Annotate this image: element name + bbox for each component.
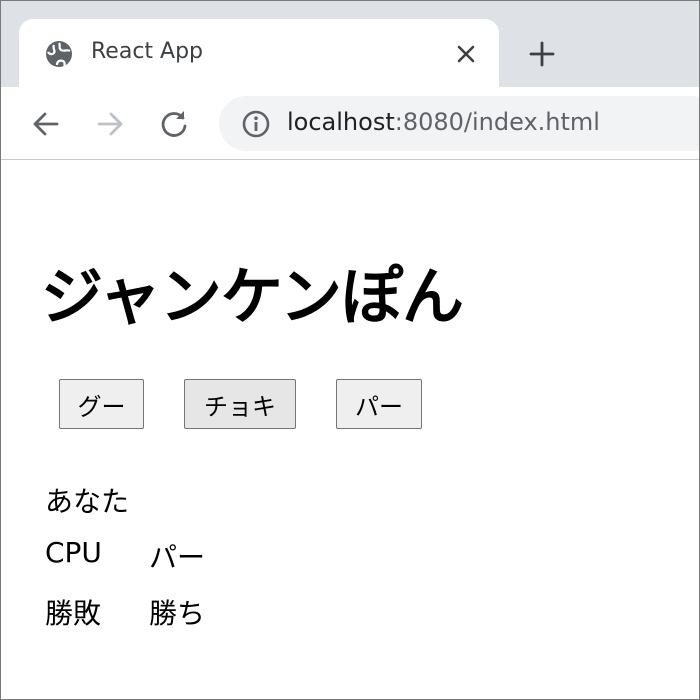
cpu-label: CPU [45,536,102,569]
arrow-left-icon[interactable] [29,107,63,141]
arrow-right-icon[interactable] [93,107,127,141]
url-host: localhost [287,108,395,136]
page-title: ジャンケンぽん [41,260,464,333]
reload-icon[interactable] [157,107,191,141]
result-row-you: あなた [45,480,129,520]
result-row-outcome: 勝敗 勝ち [45,592,205,632]
url-text[interactable]: localhost:8080/index.html [287,108,600,136]
paper-button[interactable]: パー [336,379,422,429]
browser-window: React App localhost:8080/index.html ジャンケ… [0,0,700,700]
outcome-value: 勝ち [149,597,206,630]
address-bar[interactable]: localhost:8080/index.html [219,96,699,151]
globe-icon [45,40,73,68]
outcome-label: 勝敗 [45,597,102,630]
info-icon[interactable] [241,109,271,139]
new-tab-plus-icon[interactable] [527,39,557,69]
scissors-button[interactable]: チョキ [184,379,296,429]
page-content: ジャンケンぽん グー チョキ パー あなた CPU パー 勝敗 勝ち [1,160,699,699]
url-path: :8080/index.html [394,108,600,136]
you-label: あなた [45,485,130,518]
browser-toolbar: localhost:8080/index.html [1,87,699,160]
result-row-cpu: CPU パー [45,536,205,574]
cpu-value: パー [149,541,206,574]
rock-button[interactable]: グー [59,379,144,429]
tab-react-app[interactable]: React App [19,19,499,87]
tab-strip: React App [1,1,699,87]
close-icon[interactable] [453,41,479,67]
tab-title: React App [91,39,204,64]
